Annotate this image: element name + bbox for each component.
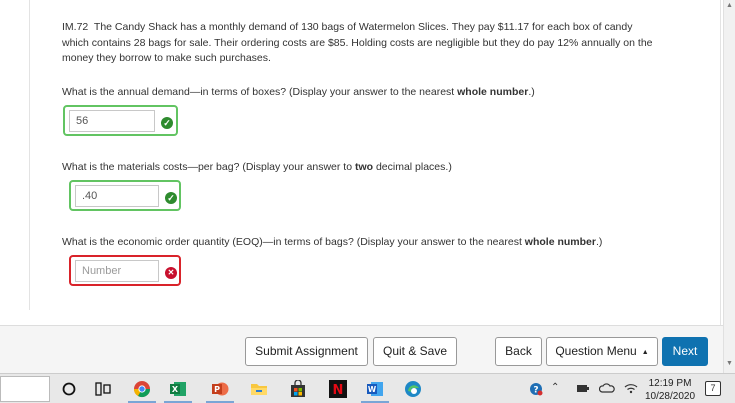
error-icon: ✕ [165,267,177,279]
question-text: What is the economic order quantity (EOQ… [62,236,525,248]
back-button[interactable]: Back [495,337,542,366]
task-view-icon[interactable] [92,378,114,400]
windows-taskbar: X P N W ? ⌃ 12:19 PM 10/28/2020 7 [0,373,735,403]
assignment-content: IM.72 The Candy Shack has a monthly dema… [0,0,723,325]
battery-icon[interactable] [576,382,590,397]
caret-up-icon: ▲ [641,349,649,356]
taskbar-search-box[interactable] [0,376,50,402]
question-emphasis: two [354,161,374,173]
assignment-footer: Submit Assignment Quit & Save Back Quest… [0,326,723,373]
question-2: What is the materials costs—per bag? (Di… [62,161,452,173]
file-explorer-icon[interactable] [248,378,270,400]
answer-1-box: ✓ [63,105,178,136]
divider [720,0,721,325]
netflix-icon[interactable]: N [327,378,349,400]
problem-text: The Candy Shack has a monthly demand of … [62,21,653,64]
clock-time: 12:19 PM [648,378,692,389]
notification-center-icon[interactable]: 7 [705,381,721,396]
question-menu-button[interactable]: Question Menu ▲ [546,337,658,366]
word-icon[interactable]: W [361,378,389,403]
svg-text:P: P [214,385,220,394]
divider [29,0,30,310]
problem-statement: IM.72 The Candy Shack has a monthly dema… [62,20,662,67]
help-icon[interactable]: ? [529,382,543,399]
question-text-end: .) [528,86,535,98]
question-menu-label: Question Menu [555,344,637,358]
svg-text:X: X [172,385,179,394]
quit-save-button[interactable]: Quit & Save [373,337,457,366]
question-emphasis: whole number [524,236,596,248]
next-button[interactable]: Next [662,337,708,366]
clock-date: 10/28/2020 [644,391,696,402]
svg-text:W: W [368,385,377,394]
chevron-up-icon[interactable]: ⌃ [551,382,559,393]
scroll-up-icon[interactable]: ▲ [726,2,733,9]
answer-2-box: ✓ [69,180,181,211]
wifi-icon[interactable] [624,382,638,397]
question-text: What is the annual demand—in terms of bo… [62,86,458,98]
question-text-end: .) [595,236,603,248]
chrome-icon[interactable] [128,378,156,403]
notification-count: 7 [710,383,716,393]
question-3: What is the economic order quantity (EOQ… [62,236,602,248]
excel-icon[interactable]: X [164,378,192,403]
check-icon: ✓ [165,192,177,204]
answer-2-input[interactable] [75,185,159,207]
taskbar-clock[interactable]: 12:19 PM 10/28/2020 [640,377,700,403]
submit-assignment-button[interactable]: Submit Assignment [245,337,368,366]
scroll-down-icon[interactable]: ▼ [726,360,733,367]
problem-id: IM.72 [62,21,89,33]
cortana-icon[interactable] [58,378,80,400]
check-icon: ✓ [161,117,173,129]
microsoft-store-icon[interactable] [287,378,309,400]
answer-3-input[interactable] [75,260,159,282]
question-1: What is the annual demand—in terms of bo… [62,86,535,98]
page-scrollbar[interactable]: ▲ ▼ [723,0,735,373]
cloud-icon[interactable] [598,382,615,397]
svg-text:N: N [333,383,344,398]
answer-3-box: ✕ [69,255,181,286]
powerpoint-icon[interactable]: P [206,378,234,403]
question-emphasis: whole number [457,86,529,98]
edge-icon[interactable] [402,378,424,400]
question-text-end: decimal places.) [373,161,452,173]
answer-1-input[interactable] [69,110,155,132]
question-text: What is the materials costs—per bag? (Di… [62,161,355,173]
